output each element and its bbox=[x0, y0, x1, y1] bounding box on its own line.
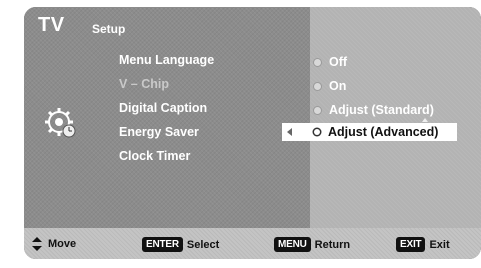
options-panel bbox=[310, 7, 481, 228]
option-label: Off bbox=[329, 55, 348, 69]
option-label: Adjust (Advanced) bbox=[328, 125, 439, 139]
hint-select: ENTER Select bbox=[142, 237, 219, 252]
hint-move: Move bbox=[32, 237, 76, 251]
hint-exit: EXIT Exit bbox=[396, 237, 450, 252]
menu-item-energy-saver[interactable]: Energy Saver bbox=[119, 125, 199, 139]
section-title: Setup bbox=[92, 22, 126, 36]
option-off[interactable]: Off bbox=[314, 55, 347, 69]
option-label: On bbox=[329, 79, 347, 93]
exit-key[interactable]: EXIT bbox=[396, 237, 426, 252]
up-arrow-icon bbox=[422, 118, 428, 122]
menu-item-v-chip[interactable]: V – Chip bbox=[119, 77, 169, 91]
option-adjust-advanced[interactable]: Adjust (Advanced) bbox=[282, 123, 457, 141]
move-label: Move bbox=[48, 238, 77, 250]
menu-item-digital-caption[interactable]: Digital Caption bbox=[119, 101, 207, 115]
select-label: Select bbox=[186, 238, 220, 251]
hint-return: MENU Return bbox=[274, 237, 350, 252]
app-title: TV bbox=[38, 14, 65, 36]
footer-bar: Move ENTER Select MENU Return EXIT Exit bbox=[24, 228, 481, 259]
option-label: Adjust (Standard) bbox=[329, 103, 434, 117]
radio-dot-icon bbox=[314, 58, 321, 66]
return-label: Return bbox=[314, 238, 351, 251]
gear-icon bbox=[45, 108, 76, 138]
radio-dot-icon bbox=[314, 82, 321, 90]
option-on[interactable]: On bbox=[314, 79, 346, 93]
menu-key[interactable]: MENU bbox=[274, 237, 311, 252]
radio-dot-icon bbox=[314, 106, 321, 114]
left-arrow-icon bbox=[287, 128, 292, 136]
radio-dot-icon bbox=[314, 129, 320, 135]
option-adjust-standard[interactable]: Adjust (Standard) bbox=[314, 103, 434, 117]
menu-item-clock-timer[interactable]: Clock Timer bbox=[119, 149, 190, 163]
up-down-arrows-icon bbox=[32, 237, 42, 251]
menu-panel: TV Setup Menu Language V – Chip Digital … bbox=[24, 7, 310, 228]
exit-label: Exit bbox=[429, 238, 450, 251]
enter-key[interactable]: ENTER bbox=[142, 237, 183, 252]
menu-item-menu-language[interactable]: Menu Language bbox=[119, 53, 214, 67]
